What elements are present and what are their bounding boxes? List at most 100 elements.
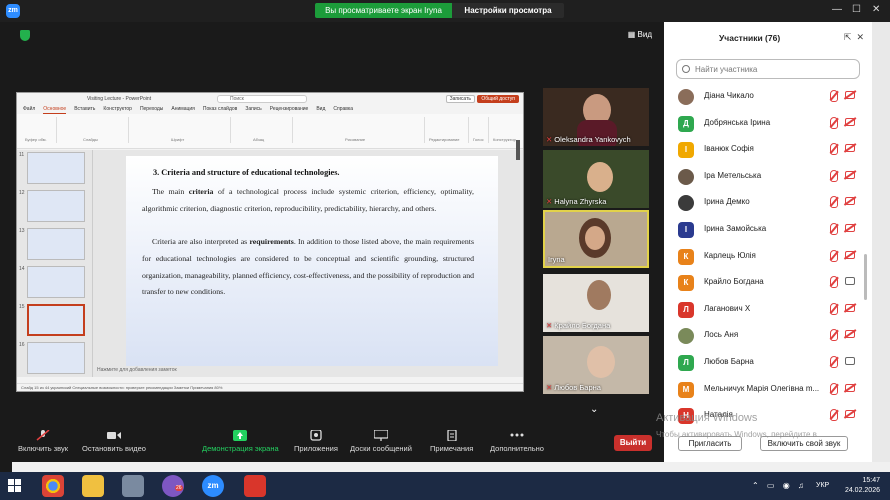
video-off-icon[interactable] — [845, 410, 855, 419]
viber-icon[interactable]: 26 — [162, 475, 184, 497]
muted-mic-icon[interactable] — [830, 382, 838, 395]
leave-button[interactable]: Выйти — [614, 435, 652, 451]
ribbon-group-clipboard[interactable]: Буфер обм. — [19, 117, 57, 143]
clock[interactable]: 15:47 24.02.2026 — [845, 476, 880, 496]
minimize-icon[interactable]: — — [832, 4, 842, 15]
video-off-icon[interactable] — [845, 197, 855, 206]
apps-button[interactable]: Приложения — [294, 430, 338, 453]
ribbon-group-voice[interactable]: Голос — [471, 117, 489, 143]
close-panel-icon[interactable]: ✕ — [856, 32, 864, 42]
zoom-icon[interactable]: zm — [202, 475, 224, 497]
security-shield-icon[interactable] — [20, 30, 30, 41]
current-slide[interactable]: 3. Criteria and structure of educational… — [126, 156, 498, 366]
video-off-icon[interactable] — [845, 250, 855, 259]
notes-button[interactable]: Примечания — [430, 430, 473, 453]
ppt-record-button[interactable]: Записать — [445, 95, 475, 103]
shared-powerpoint[interactable]: Visiting Lecture - PowerPoint Поиск Файл… — [16, 92, 524, 392]
close-icon[interactable]: ✕ — [872, 4, 880, 15]
ribbon-group-drawing[interactable]: Рисование — [295, 117, 425, 143]
ribbon-group-paragraph[interactable]: Абзац — [233, 117, 293, 143]
ppt-menu-file[interactable]: Файл — [23, 105, 35, 114]
view-options-button[interactable]: Настройки просмотра — [452, 3, 564, 18]
maximize-icon[interactable]: ☐ — [852, 4, 861, 15]
muted-mic-icon[interactable] — [830, 143, 838, 156]
splitter-handle[interactable] — [516, 140, 520, 160]
chevron-down-icon[interactable]: ⌄ — [590, 404, 598, 415]
participant-row[interactable]: Лось Аня — [664, 323, 872, 350]
video-off-icon[interactable] — [845, 303, 855, 312]
browser-icon[interactable] — [122, 475, 144, 497]
video-off-icon[interactable] — [845, 170, 855, 179]
acrobat-icon[interactable] — [244, 475, 266, 497]
ppt-menu-review[interactable]: Рецензирование — [270, 105, 309, 114]
slide-thumbnail[interactable] — [27, 152, 85, 184]
muted-mic-icon[interactable] — [830, 302, 838, 315]
view-button[interactable]: ▦ Вид — [628, 30, 652, 39]
share-screen-button[interactable]: Демонстрация экрана — [202, 430, 279, 453]
video-tile[interactable]: ✕ Oleksandra Yankovych — [543, 88, 649, 146]
participant-row[interactable]: Ірина Демко — [664, 190, 872, 217]
slide-thumbnail[interactable] — [27, 342, 85, 374]
unmute-button[interactable]: Включить звук — [18, 430, 68, 453]
ppt-menu-home[interactable]: Основное — [43, 105, 67, 114]
windows-start-icon[interactable] — [8, 479, 22, 493]
participant-row[interactable]: І Іванюк Софія — [664, 137, 872, 164]
ppt-menu-animations[interactable]: Анимация — [171, 105, 194, 114]
muted-mic-icon[interactable] — [830, 409, 838, 422]
participant-row[interactable]: К Крайло Богдана — [664, 270, 872, 297]
participant-row[interactable]: Л Любов Барна — [664, 350, 872, 377]
ppt-menu-insert[interactable]: Вставить — [74, 105, 95, 114]
participant-search-input[interactable]: Найти участника — [676, 59, 860, 79]
ppt-menu-view[interactable]: Вид — [316, 105, 325, 114]
chrome-icon[interactable] — [42, 475, 64, 497]
ppt-search-input[interactable]: Поиск — [217, 95, 307, 103]
slide-notes[interactable]: Нажмите для добавления заметок — [97, 367, 177, 373]
muted-mic-icon[interactable] — [830, 222, 838, 235]
popout-icon[interactable]: ⇱ — [844, 32, 852, 42]
video-off-icon[interactable] — [845, 223, 855, 232]
video-tile[interactable]: ✕ Крайло Богдана — [543, 274, 649, 332]
ppt-menu-design[interactable]: Конструктор — [103, 105, 132, 114]
ppt-menu-slideshow[interactable]: Показ слайдов — [203, 105, 237, 114]
muted-mic-icon[interactable] — [830, 249, 838, 262]
slide-thumbnail[interactable] — [27, 266, 85, 298]
video-off-icon[interactable] — [845, 383, 855, 392]
ppt-menu-transitions[interactable]: Переходы — [140, 105, 163, 114]
whiteboards-button[interactable]: Доски сообщений — [350, 430, 412, 453]
participant-row[interactable]: Д Добрянська Ірина — [664, 111, 872, 138]
video-camera-icon[interactable] — [845, 356, 855, 365]
video-off-icon[interactable] — [845, 91, 855, 99]
slide-thumbnail-selected[interactable] — [27, 304, 85, 336]
muted-mic-icon[interactable] — [830, 116, 838, 129]
video-off-icon[interactable] — [845, 117, 855, 126]
ppt-menu-record[interactable]: Запись — [245, 105, 261, 114]
file-explorer-icon[interactable] — [82, 475, 104, 497]
ppt-menu-help[interactable]: Справка — [333, 105, 353, 114]
stop-video-button[interactable]: Остановить видео — [82, 430, 146, 453]
participant-row[interactable]: Іра Метельська — [664, 164, 872, 191]
slide-thumbnail[interactable] — [27, 228, 85, 260]
muted-mic-icon[interactable] — [830, 169, 838, 182]
language-indicator[interactable]: УКР — [816, 482, 829, 489]
video-tile[interactable]: ✕ Halyna Zhyrska — [543, 150, 649, 208]
more-button[interactable]: Дополнительно — [490, 430, 544, 453]
muted-mic-icon[interactable] — [830, 196, 838, 209]
video-tile-active-speaker[interactable]: Iryna — [543, 210, 649, 268]
participant-row[interactable]: К Карлець Юлія — [664, 244, 872, 271]
slide-thumbnail[interactable] — [27, 190, 85, 222]
ribbon-group-slides[interactable]: Слайды — [59, 117, 129, 143]
video-camera-icon[interactable] — [845, 277, 855, 286]
participant-row[interactable]: Л Лаганович Х — [664, 297, 872, 324]
participant-row[interactable]: М Мельничук Марія Олегівна m... — [664, 377, 872, 404]
system-tray[interactable]: ⌃ ▭ ◉ ♫ — [752, 481, 807, 490]
muted-mic-icon[interactable] — [830, 276, 838, 289]
muted-mic-icon[interactable] — [830, 355, 838, 368]
video-off-icon[interactable] — [845, 144, 855, 153]
ppt-share-button[interactable]: Общий доступ — [477, 95, 519, 103]
ribbon-group-font[interactable]: Шрифт — [131, 117, 231, 143]
participant-row[interactable]: Діана Чикало — [664, 84, 872, 111]
muted-mic-icon[interactable] — [830, 90, 838, 102]
ribbon-group-editing[interactable]: Редактирование — [427, 117, 469, 143]
muted-mic-icon[interactable] — [830, 329, 838, 342]
scrollbar[interactable] — [864, 254, 867, 300]
